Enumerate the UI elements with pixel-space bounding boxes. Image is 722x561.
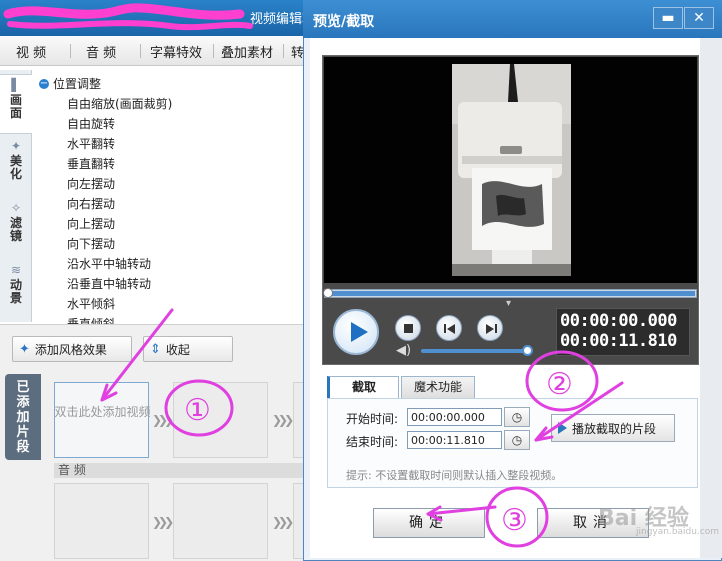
- collapse-label: 收起: [165, 342, 190, 357]
- minimize-button[interactable]: ▬: [653, 7, 683, 29]
- play-button[interactable]: [333, 309, 379, 355]
- clock-icon: ◷: [511, 410, 523, 424]
- chevron-down-icon[interactable]: ▾: [506, 298, 511, 309]
- side-tab-beautify[interactable]: ✦ 美化: [0, 136, 32, 196]
- video-frame-image: [452, 64, 571, 276]
- dialog-title: 预览/截取: [313, 14, 375, 30]
- clip-slot[interactable]: [173, 382, 268, 458]
- collapse-arrows-icon: ⇕: [150, 341, 161, 357]
- next-frame-button[interactable]: [477, 315, 503, 341]
- effect-item[interactable]: 沿水平中轴转动: [67, 255, 151, 272]
- set-end-time-button[interactable]: ◷: [504, 430, 530, 450]
- add-style-button[interactable]: ✦ 添加风格效果: [12, 336, 132, 362]
- chevron-right-icon: ❯❯❯: [152, 413, 174, 427]
- menu-divider: [70, 44, 71, 58]
- collapse-minus-icon[interactable]: −: [39, 78, 49, 89]
- side-tab-picture[interactable]: ▌ 画面: [0, 74, 32, 134]
- chevron-right-icon: ❯❯❯: [272, 515, 294, 529]
- end-time-input[interactable]: [407, 431, 502, 449]
- ok-button[interactable]: 确定: [373, 508, 485, 538]
- effect-item[interactable]: 水平翻转: [67, 135, 115, 152]
- tab-capture[interactable]: 截取: [327, 376, 399, 398]
- window-edge: [700, 38, 722, 558]
- effect-group-title: 位置调整: [53, 77, 102, 91]
- add-video-hint: 双击此处添加视频: [54, 405, 151, 419]
- chevron-right-icon: ❯❯❯: [272, 413, 294, 427]
- effect-item[interactable]: 水平倾斜: [67, 295, 115, 312]
- menu-overlay[interactable]: 叠加素材: [221, 42, 273, 61]
- audio-slot[interactable]: [54, 483, 149, 559]
- effect-item[interactable]: 自由缩放(画面裁剪): [67, 95, 172, 112]
- effect-list: − 位置调整 自由缩放(画面裁剪) 自由旋转 水平翻转 垂直翻转 向左摆动 向右…: [33, 72, 303, 324]
- add-video-slot[interactable]: [54, 382, 149, 458]
- total-time: 00:00:11.810: [560, 331, 677, 351]
- end-time-label: 结束时间:: [346, 435, 399, 449]
- effect-group-header[interactable]: − 位置调整: [39, 75, 101, 92]
- stop-button[interactable]: [395, 315, 421, 341]
- collapse-button[interactable]: ⇕ 收起: [143, 336, 233, 362]
- effect-item[interactable]: 向右摆动: [67, 195, 115, 212]
- menu-divider: [283, 44, 284, 58]
- start-time-input[interactable]: [407, 408, 502, 426]
- side-tab-motion[interactable]: ≋ 动景: [0, 260, 32, 320]
- chevron-right-icon: ❯❯❯: [152, 515, 174, 529]
- picture-icon: ▌: [11, 78, 21, 92]
- side-tab-label: 动景: [10, 278, 23, 305]
- current-time: 00:00:00.000: [560, 311, 677, 331]
- close-button[interactable]: ✕: [684, 7, 714, 29]
- effect-item[interactable]: 沿垂直中轴转动: [67, 275, 151, 292]
- side-tab-label: 画面: [10, 93, 23, 120]
- added-clips-tab[interactable]: 已添加片段: [5, 374, 41, 460]
- wand-icon: ✦: [19, 341, 30, 357]
- effect-item[interactable]: 向上摆动: [67, 215, 115, 232]
- hint-text: 提示: 不设置截取时间则默认插入整段视频。: [346, 469, 563, 482]
- tab-magic[interactable]: 魔术功能: [401, 376, 475, 398]
- menu-divider: [140, 44, 141, 58]
- menu-audio[interactable]: 音 频: [86, 42, 116, 61]
- wave-icon: ≋: [10, 263, 22, 277]
- logo-scribble: [3, 3, 253, 31]
- play-icon: [558, 422, 567, 434]
- audio-track-label: 音 频: [54, 463, 304, 478]
- effect-item[interactable]: 向左摆动: [67, 175, 115, 192]
- wand-icon: ✧: [10, 201, 22, 215]
- effect-item[interactable]: 垂直翻转: [67, 155, 115, 172]
- effect-toolbar: ✦ 添加风格效果 ⇕ 收起: [0, 324, 305, 368]
- added-clips-label: 已添加片段: [16, 380, 30, 455]
- volume-slider[interactable]: [421, 349, 526, 353]
- menu-video[interactable]: 视 频: [16, 42, 46, 61]
- menu-divider: [213, 44, 214, 58]
- side-tab-label: 滤镜: [10, 216, 23, 243]
- audio-slot[interactable]: [173, 483, 268, 559]
- side-tab-bar: ▌ 画面 ✦ 美化 ✧ 滤镜 ≋ 动景: [0, 70, 32, 322]
- set-start-time-button[interactable]: ◷: [504, 407, 530, 427]
- side-tab-label: 美化: [10, 154, 23, 181]
- watermark-url: jingyan.baidu.com: [636, 527, 720, 537]
- seek-track: [326, 291, 695, 296]
- volume-handle[interactable]: [522, 345, 533, 356]
- start-time-label: 开始时间:: [346, 412, 399, 426]
- seek-handle[interactable]: [323, 288, 333, 298]
- add-style-label: 添加风格效果: [34, 342, 107, 357]
- play-clip-button[interactable]: 播放截取的片段: [551, 414, 675, 442]
- menu-subtitle-effects[interactable]: 字幕特效: [150, 42, 202, 61]
- sparkle-icon: ✦: [10, 139, 22, 153]
- previous-frame-button[interactable]: [436, 315, 462, 341]
- effect-item[interactable]: 向下摆动: [67, 235, 115, 252]
- side-tab-filter[interactable]: ✧ 滤镜: [0, 198, 32, 258]
- volume-icon[interactable]: ◀): [396, 343, 411, 358]
- effect-item[interactable]: 自由旋转: [67, 115, 115, 132]
- play-clip-label: 播放截取的片段: [572, 421, 657, 436]
- effect-item[interactable]: 垂直倾斜: [67, 315, 115, 324]
- clock-icon: ◷: [511, 433, 523, 447]
